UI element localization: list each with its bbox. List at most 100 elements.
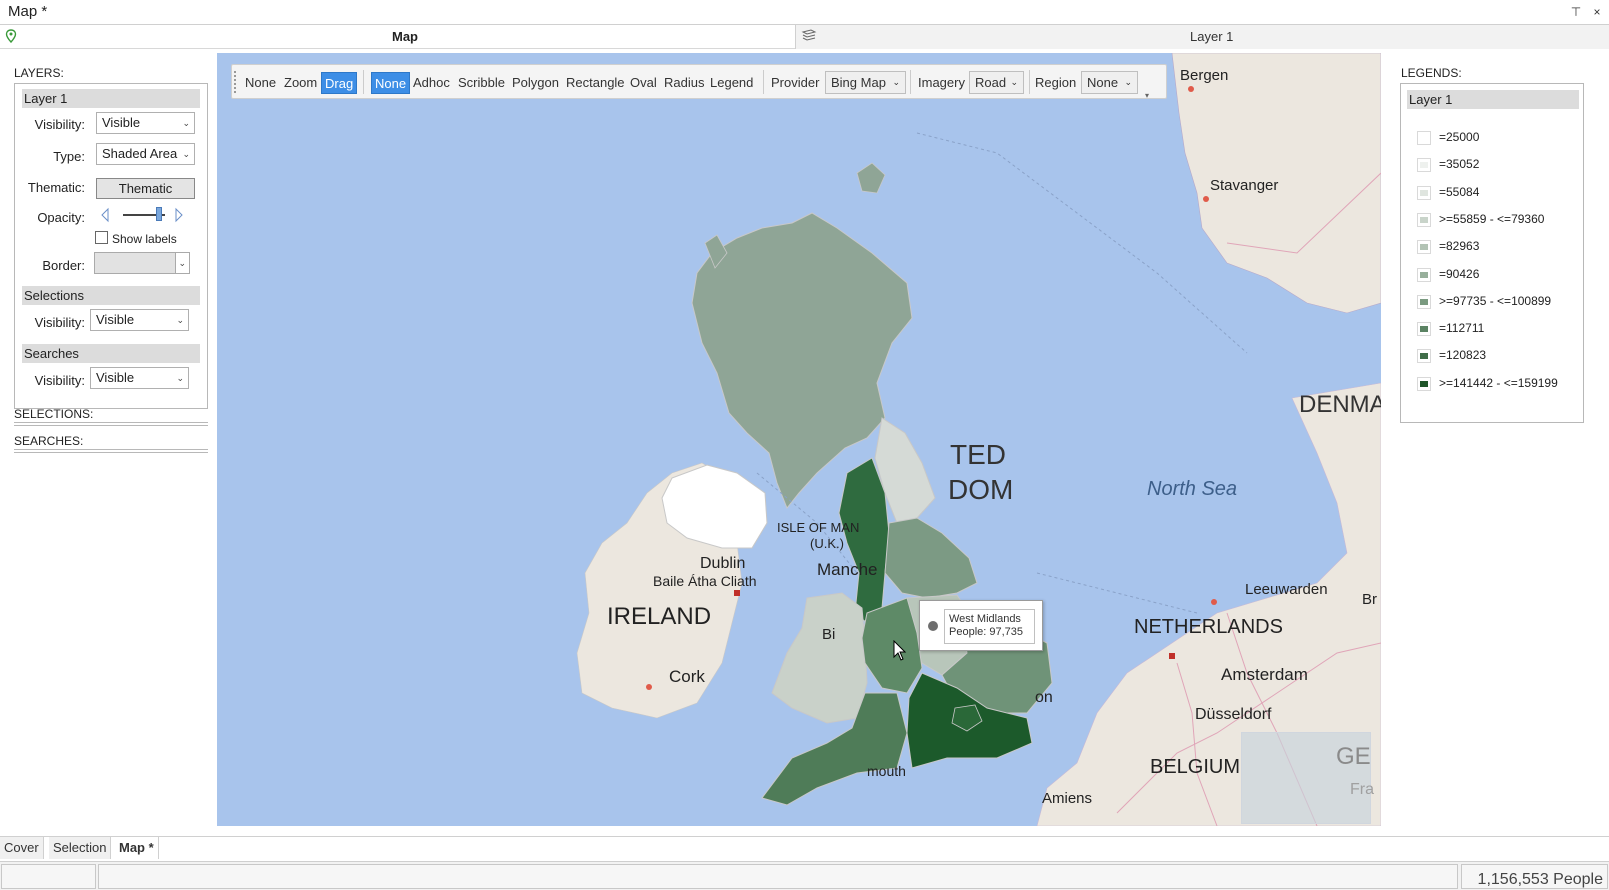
legend-label: >=55859 - <=79360 [1439,211,1545,226]
legend-swatch [1417,212,1431,227]
chevron-down-icon: ⌄ [179,144,190,164]
overview-minimap[interactable]: GE Fra [1241,732,1374,824]
map-canvas[interactable]: Bergen Stavanger DENMA North Sea TED DOM… [217,53,1381,826]
map-label-netherlands: NETHERLANDS [1134,616,1283,638]
sheet-tabs: Cover Selection Map * [0,836,1609,859]
type-label: Type: [53,149,85,164]
selections-list [14,422,208,426]
map-label-bergen: Bergen [1180,67,1229,84]
legend-label: >=141442 - <=159199 [1439,375,1558,390]
toolbar-grip[interactable] [234,71,237,93]
draw-rectangle-button[interactable]: Rectangle [563,72,628,94]
searches-group-header[interactable]: Searches [22,344,200,363]
legend-label: =35052 [1439,157,1480,172]
draw-radius-button[interactable]: Radius [661,72,707,94]
map-label-dublin: Dublin [700,555,746,572]
arrow-left-icon[interactable] [99,207,111,223]
layers-icon [801,29,817,41]
map-label-baile-atha-cliath: Baile Átha Cliath [653,573,757,589]
legend-swatch [1417,349,1431,364]
arrow-right-icon[interactable] [173,207,185,223]
opacity-slider-thumb[interactable] [155,207,162,221]
chevron-down-icon: ⌄ [892,77,900,87]
map-header-title: Map [392,29,418,44]
searches-list [14,449,208,453]
status-bar: 1,156,553 People [0,861,1609,890]
show-labels-checkbox[interactable] [95,231,108,244]
chevron-down-icon: ⌄ [1010,77,1018,87]
minimap-label-fra: Fra [1350,781,1374,798]
provider-select[interactable]: Bing Map ⌄ [825,71,906,94]
opacity-label: Opacity: [37,210,85,225]
map-toolbar: None Zoom Drag None Adhoc Scribble Polyg… [231,64,1167,100]
map-label-leeuwarden: Leeuwarden [1245,581,1328,598]
visibility-select[interactable]: Visible ⌄ [96,112,195,134]
provider-label: Provider [771,75,820,90]
map-header: Map [0,25,795,49]
draw-legend-button[interactable]: Legend [707,72,756,94]
legend-swatch [1417,267,1431,282]
legend-label: =112711 [1439,321,1485,336]
border-color-select[interactable]: ⌄ [94,252,190,274]
selections-caption: SELECTIONS: [14,407,94,421]
thematic-button[interactable]: Thematic [96,178,195,199]
header-row: Map Layer 1 [0,25,1609,49]
legend-swatch [1417,158,1431,173]
map-label-ireland: IRELAND [607,603,712,630]
draw-none-button[interactable]: None [371,72,411,94]
map-label-bremen: Br [1362,591,1377,608]
map-label-united: TED [950,439,1006,470]
legend-label: >=97735 - <=100899 [1439,293,1552,308]
map-label-plymouth: mouth [867,763,906,779]
tab-cover[interactable]: Cover [0,837,44,859]
map-label-isle-of-man: ISLE OF MAN [777,520,860,535]
pin-icon[interactable]: ⊤ [1568,4,1584,20]
chevron-down-icon: ⌄ [176,373,184,383]
toolbar-overflow-icon[interactable]: ▾ [1145,91,1149,100]
map-label-amsterdam: Amsterdam [1221,665,1308,684]
border-label: Border: [42,258,85,273]
legend-swatch [1417,185,1431,200]
selections-visibility-select[interactable]: Visible ⌄ [90,309,189,331]
close-icon[interactable]: × [1589,4,1605,20]
legend-label: =120823 [1439,348,1487,363]
nav-none-button[interactable]: None [242,72,279,94]
draw-scribble-button[interactable]: Scribble [455,72,508,94]
region-tooltip: West Midlands People: 97,735 [919,600,1043,651]
legend-label: =55084 [1439,184,1480,199]
legends-panel: LEGENDS: Layer 1 =25000 =35052 =55084 >=558… [1391,50,1609,830]
mouse-cursor-icon [893,640,907,661]
nav-drag-button[interactable]: Drag [321,72,358,94]
draw-adhoc-button[interactable]: Adhoc [410,72,453,94]
map-label-north-sea: North Sea [1147,478,1238,500]
chevron-down-icon: ⌄ [178,258,186,268]
legend-layer-header[interactable]: Layer 1 [1407,90,1579,109]
legend-swatch [1417,131,1431,145]
selections-group-header[interactable]: Selections [22,286,200,305]
map-label-cork: Cork [669,667,705,686]
layer-group-header[interactable]: Layer 1 [22,89,200,108]
map-label-birmingham: Bi [822,626,836,643]
region-select[interactable]: None ⌄ [1081,71,1138,94]
layers-panel: LAYERS: Layer 1 Visibility: Visible ⌄ Ty… [0,50,216,830]
map-label-dusseldorf: Düsseldorf [1195,706,1272,723]
layer-header[interactable]: Layer 1 [795,25,1609,49]
imagery-select[interactable]: Road ⌄ [969,71,1024,94]
tab-selection[interactable]: Selection [49,837,112,859]
map-label-isle-of-man-uk: (U.K.) [810,536,844,551]
draw-polygon-button[interactable]: Polygon [509,72,562,94]
searches-visibility-select[interactable]: Visible ⌄ [90,367,189,389]
map-pin-icon [5,29,17,43]
type-select[interactable]: Shaded Area ⌄ [96,143,195,165]
draw-oval-button[interactable]: Oval [627,72,660,94]
layer-header-title: Layer 1 [1190,29,1234,44]
tab-map[interactable]: Map * [115,837,159,859]
legend-box: Layer 1 =25000 =35052 =55084 >=55859 - <=79… [1400,83,1584,423]
nav-zoom-button[interactable]: Zoom [281,72,320,94]
tooltip-dot-icon [928,621,938,631]
map-label-belgium: BELGIUM [1150,756,1241,778]
legend-swatch [1417,294,1431,309]
map-label-manchester: Manche [817,560,878,579]
show-labels-label: Show labels [112,232,177,246]
minimap-label-ge: GE [1336,743,1371,770]
